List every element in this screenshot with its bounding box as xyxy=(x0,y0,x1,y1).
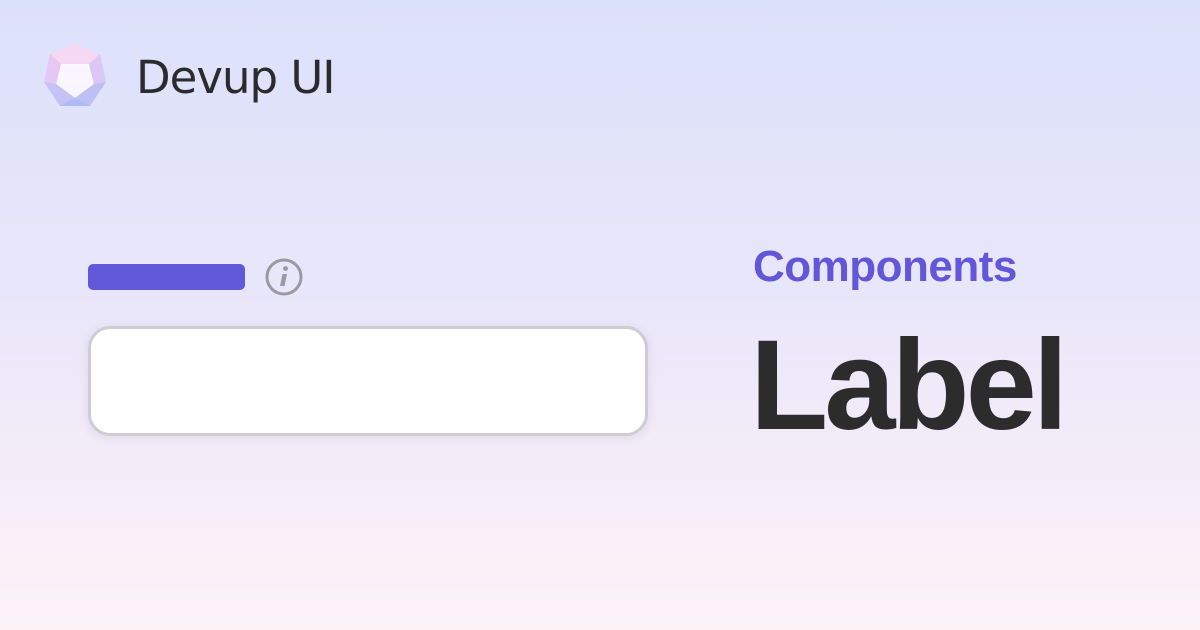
brand: Devup UI xyxy=(42,42,336,112)
label-row xyxy=(88,256,658,298)
info-icon[interactable] xyxy=(264,257,304,297)
brand-name: Devup UI xyxy=(136,50,336,104)
text-input-field[interactable] xyxy=(88,326,648,436)
label-component-demo xyxy=(88,256,658,436)
category-label: Components xyxy=(753,242,1017,291)
page-title: Label xyxy=(750,314,1068,457)
label-placeholder-bar xyxy=(88,264,245,290)
crystal-polygon-icon xyxy=(44,44,106,106)
